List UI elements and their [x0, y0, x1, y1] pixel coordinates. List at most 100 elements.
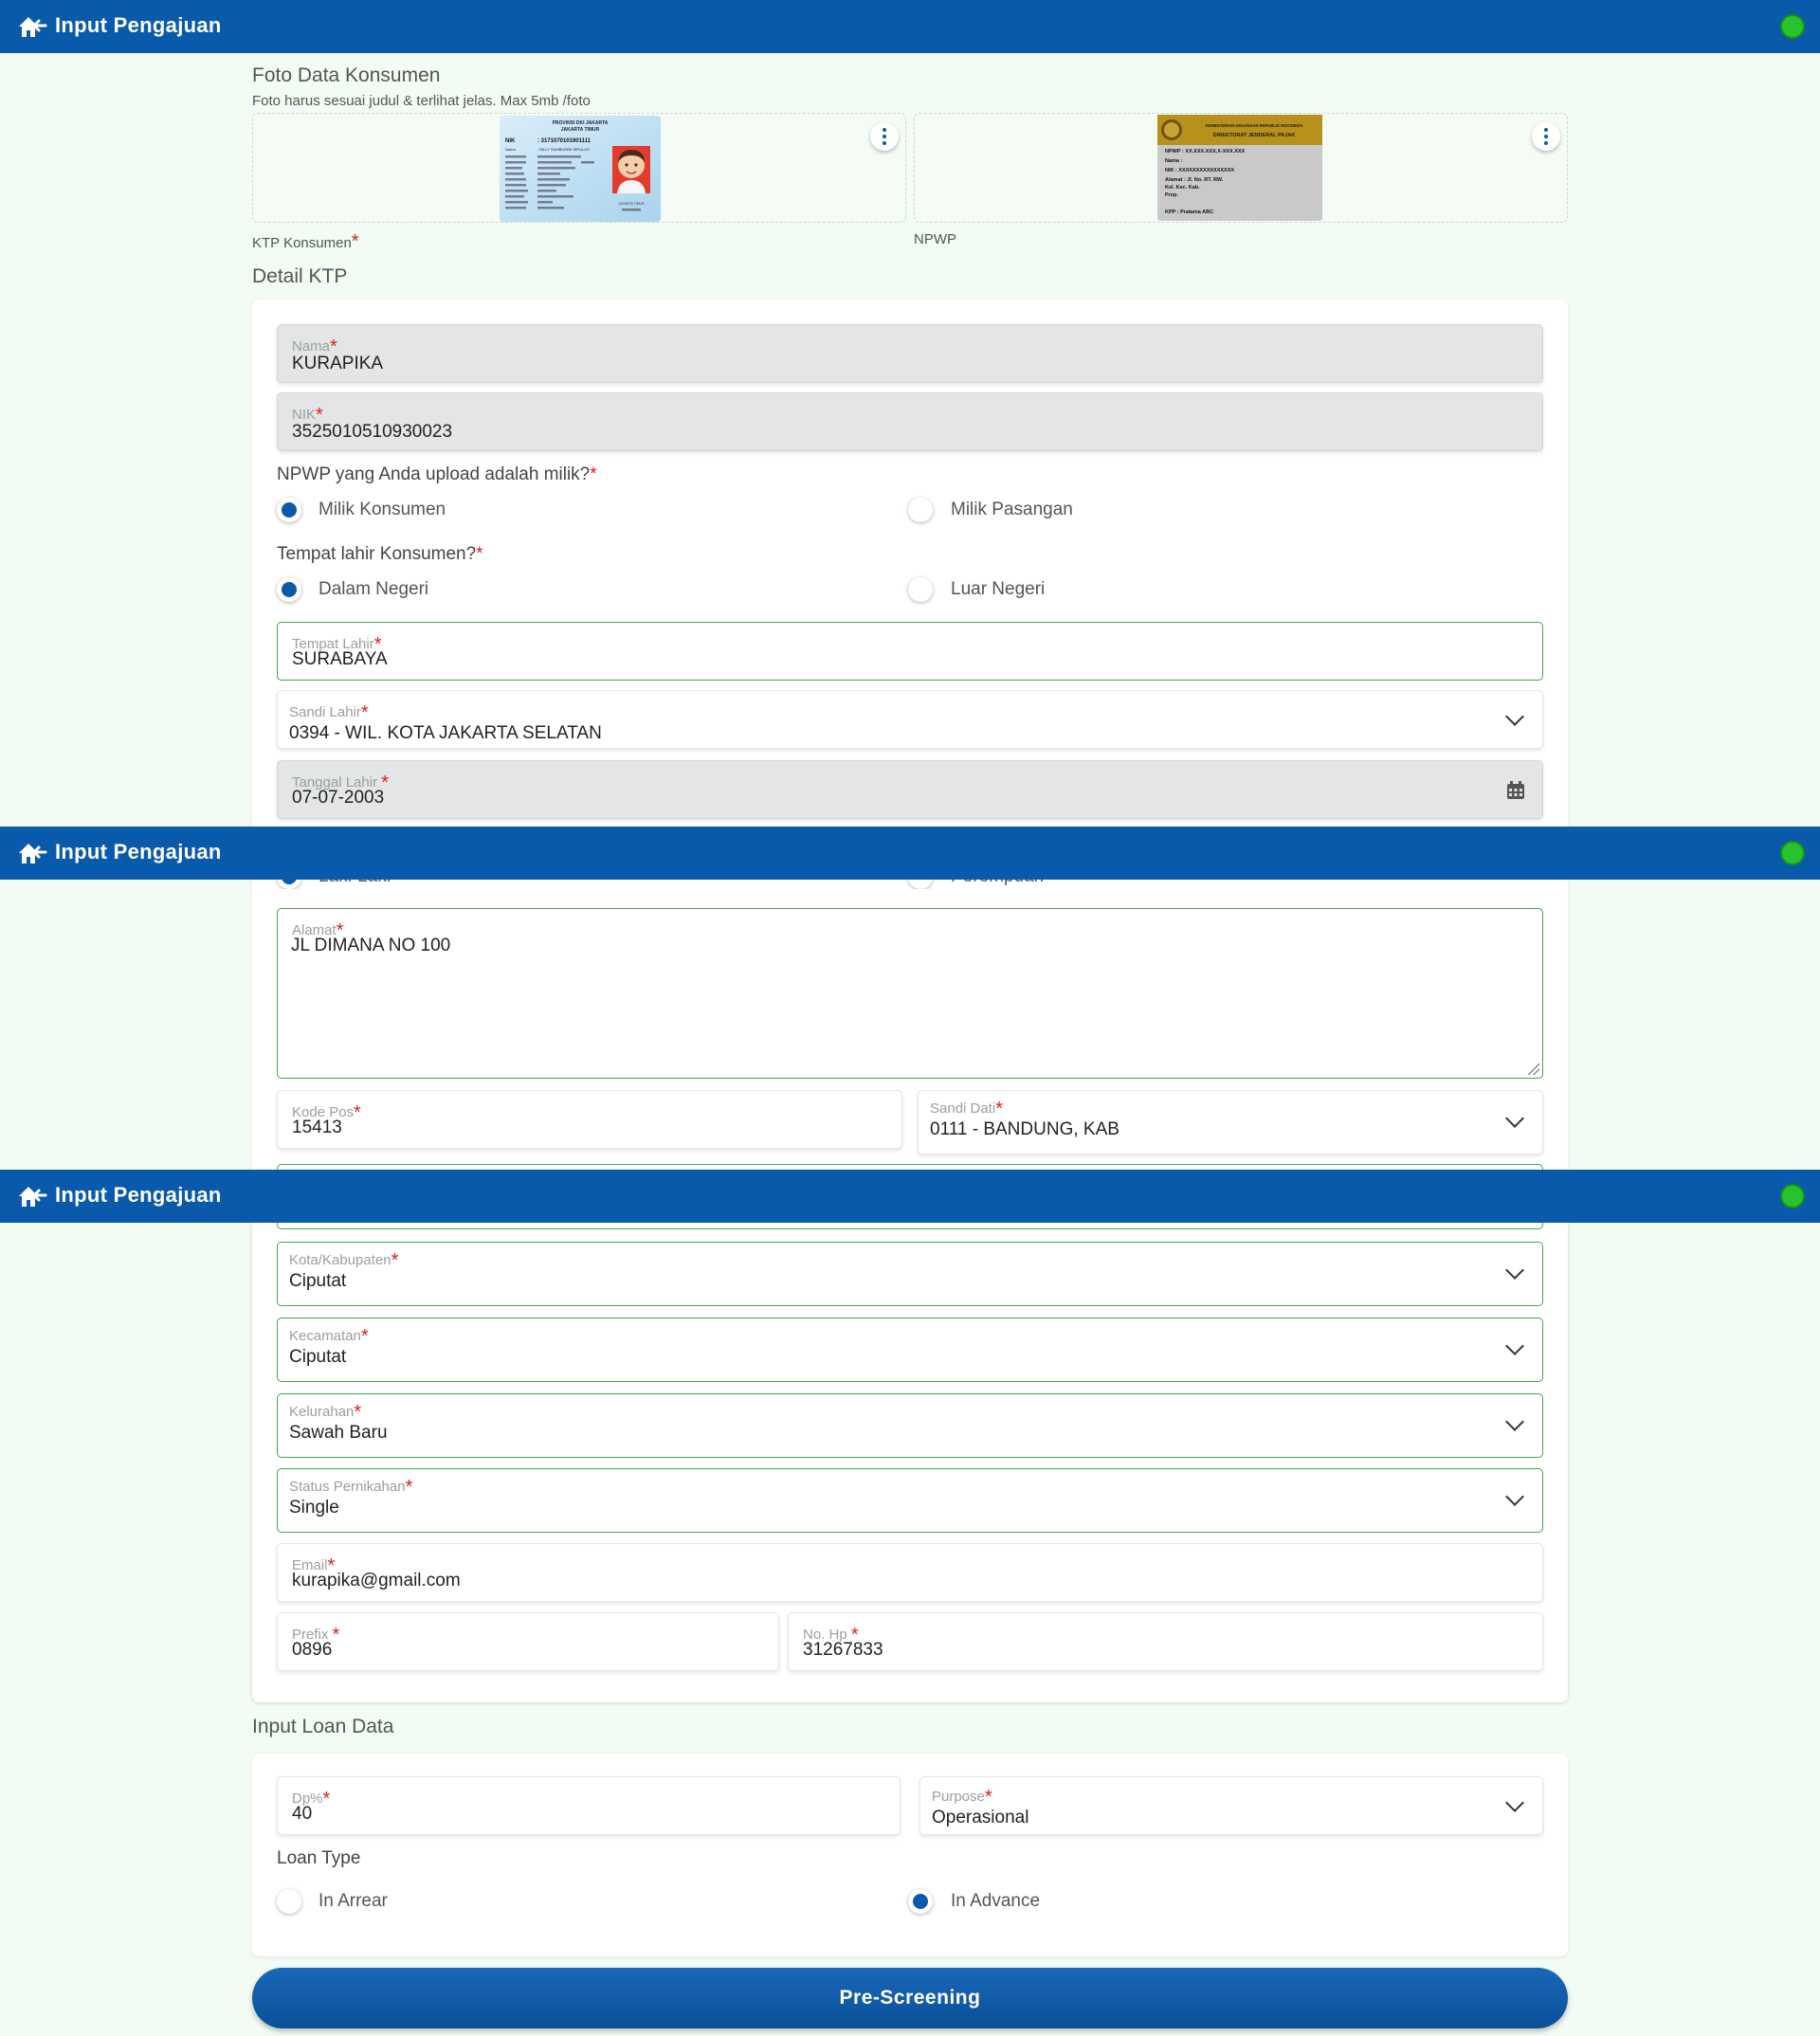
purpose-label: Purpose — [932, 1789, 985, 1805]
npwp-card-image: KEMENTERIAN KEUANGAN REPUBLIK INDONESIA … — [1157, 115, 1322, 221]
email-field[interactable]: Email* kurapika@gmail.com — [277, 1543, 1543, 1602]
nik-field: NIK* 3525010510930023 — [277, 392, 1543, 451]
kelurahan-select[interactable]: Kelurahan* Sawah Baru — [277, 1393, 1543, 1458]
sandi-lahir-value: 0394 - WIL. KOTA JAKARTA SELATAN — [289, 723, 602, 743]
status-dot-icon — [1780, 1184, 1805, 1209]
alamat-textarea[interactable]: Alamat* JL DIMANA NO 100 — [277, 908, 1543, 1079]
home-back-icon[interactable] — [17, 840, 49, 866]
nama-field: Nama* KURAPIKA — [277, 324, 1543, 383]
radio-laki-laki[interactable] — [277, 880, 301, 889]
ktp-label: KTP Konsumen* — [252, 231, 359, 252]
app-header-3: Input Pengajuan — [0, 1170, 1820, 1223]
birth-place-question: Tempat lahir Konsumen?* — [277, 544, 483, 564]
calendar-icon[interactable] — [1506, 781, 1525, 800]
tempat-lahir-value: SURABAYA — [292, 649, 388, 669]
sandi-lahir-select[interactable]: Sandi Lahir* 0394 - WIL. KOTA JAKARTA SE… — [277, 690, 1543, 749]
header-title: Input Pengajuan — [55, 13, 222, 37]
chevron-down-icon — [1505, 1412, 1524, 1431]
kota-select[interactable]: Kota/Kabupaten* Ciputat — [277, 1242, 1543, 1306]
home-back-icon[interactable] — [17, 1183, 49, 1209]
sandi-lahir-label: Sandi Lahir — [289, 704, 361, 720]
chevron-down-icon — [1505, 707, 1524, 726]
gender-row-clip: Laki-Laki Perempuan — [252, 880, 1568, 889]
kelurahan-label: Kelurahan — [289, 1404, 355, 1420]
app-header: Input Pengajuan — [0, 0, 1820, 53]
email-value: kurapika@gmail.com — [292, 1571, 461, 1591]
status-pernikahan-value: Single — [289, 1498, 339, 1518]
prefix-field[interactable]: Prefix * 0896 — [277, 1612, 779, 1671]
nik-label: NIK — [292, 407, 317, 423]
dp-field[interactable]: Dp%* 40 — [277, 1776, 901, 1835]
radio-dalam-negeri-label: Dalam Negeri — [318, 579, 429, 599]
tempat-lahir-field[interactable]: Tempat Lahir* SURABAYA — [277, 622, 1543, 681]
npwp-menu-icon[interactable] — [1532, 122, 1560, 151]
dp-value: 40 — [292, 1804, 313, 1824]
status-dot-icon — [1780, 841, 1805, 865]
kelurahan-value: Sawah Baru — [289, 1423, 388, 1443]
clipped-field-bottom — [277, 1223, 1543, 1230]
kode-pos-field[interactable]: Kode Pos* 15413 — [277, 1090, 902, 1149]
chevron-down-icon — [1505, 1336, 1524, 1355]
radio-perempuan-label: Perempuan — [951, 880, 1044, 887]
sandi-dati-value: 0111 - BANDUNG, KAB — [930, 1119, 1119, 1139]
kota-value: Ciputat — [289, 1271, 347, 1291]
npwp-header-text: KEMENTERIAN KEUANGAN REPUBLIK INDONESIA — [1205, 123, 1302, 128]
kecamatan-label: Kecamatan — [289, 1328, 361, 1344]
status-dot-icon — [1780, 14, 1805, 39]
chevron-down-icon — [1505, 1109, 1524, 1128]
radio-perempuan[interactable] — [908, 880, 933, 889]
ktp-photo-box[interactable]: PROVINSI DKI JAKARTA JAKARTA TIMUR NIK :… — [252, 113, 906, 223]
npwp-kpp-text: KPP : Pratama ABC — [1165, 209, 1213, 215]
radio-dalam-negeri[interactable] — [277, 577, 301, 602]
no-hp-field[interactable]: No. Hp * 31267833 — [788, 1612, 1543, 1671]
ktp-nik-label: NIK — [505, 138, 516, 144]
npwp-label: NPWP — [914, 231, 956, 247]
purpose-value: Operasional — [932, 1808, 1029, 1827]
ktp-name-value: : BILLY SUMBURBE SIPULAG — [537, 147, 590, 152]
status-pernikahan-select[interactable]: Status Pernikahan* Single — [277, 1468, 1543, 1533]
radio-milik-pasangan-label: Milik Pasangan — [951, 500, 1073, 519]
npwp-district-text: Kel. Kec. Kab. — [1165, 185, 1200, 191]
radio-milik-pasangan[interactable] — [908, 498, 933, 522]
chevron-down-icon — [1505, 1261, 1524, 1280]
header-title: Input Pengajuan — [55, 840, 222, 863]
pre-screening-button[interactable]: Pre-Screening — [252, 1968, 1568, 2028]
loan-section-title: Input Loan Data — [252, 1716, 394, 1737]
home-back-icon[interactable] — [17, 13, 49, 40]
sandi-dati-label: Sandi Dati — [930, 1100, 996, 1117]
ktp-name-label: Nama — [505, 147, 516, 152]
radio-luar-negeri-label: Luar Negeri — [951, 579, 1046, 599]
prefix-value: 0896 — [292, 1640, 333, 1660]
radio-milik-konsumen[interactable] — [277, 498, 301, 522]
chevron-down-icon — [1505, 1487, 1524, 1506]
ktp-menu-icon[interactable] — [870, 122, 899, 151]
ktp-city-text: JAKARTA TIMUR — [561, 127, 600, 133]
radio-in-arrear[interactable] — [277, 1889, 301, 1914]
npwp-photo-box[interactable]: KEMENTERIAN KEUANGAN REPUBLIK INDONESIA … — [914, 113, 1568, 223]
radio-milik-konsumen-label: Milik Konsumen — [318, 500, 446, 519]
ktp-card-image: PROVINSI DKI JAKARTA JAKARTA TIMUR NIK :… — [500, 116, 661, 222]
resize-handle-icon[interactable] — [1526, 1062, 1539, 1075]
npwp-subheader-text: DIREKTORAT JENDERAL PAJAK — [1213, 133, 1295, 138]
no-hp-value: 31267833 — [803, 1640, 883, 1660]
photos-subtitle: Foto harus sesuai judul & terlihat jelas… — [252, 93, 591, 109]
ktp-province-text: PROVINSI DKI JAKARTA — [553, 120, 609, 126]
npwp-nik-text: NIK : XXXXXXXXXXXXXXXX — [1165, 168, 1234, 173]
radio-luar-negeri[interactable] — [908, 577, 933, 602]
nama-value: KURAPIKA — [292, 354, 384, 373]
npwp-number-text: NPWP : XX.XXX.XXX.X-XXX.XXX — [1165, 149, 1246, 155]
kecamatan-select[interactable]: Kecamatan* Ciputat — [277, 1318, 1543, 1382]
app-header-2: Input Pengajuan — [0, 827, 1820, 880]
detail-section-title: Detail KTP — [252, 265, 348, 287]
radio-in-arrear-label: In Arrear — [318, 1891, 388, 1911]
radio-laki-laki-label: Laki-Laki — [318, 880, 391, 887]
chevron-down-icon — [1505, 1793, 1524, 1812]
sandi-dati-select[interactable]: Sandi Dati* 0111 - BANDUNG, KAB — [918, 1090, 1543, 1154]
alamat-value: JL DIMANA NO 100 — [291, 936, 451, 955]
purpose-select[interactable]: Purpose* Operasional — [919, 1776, 1543, 1835]
radio-in-advance[interactable] — [908, 1889, 933, 1914]
tanggal-lahir-field: Tanggal Lahir * 07-07-2003 — [277, 760, 1543, 819]
ktp-nik-value: : 3171070101901111 — [537, 138, 592, 144]
loan-type-question: Loan Type — [277, 1848, 361, 1868]
radio-in-advance-label: In Advance — [951, 1891, 1041, 1911]
